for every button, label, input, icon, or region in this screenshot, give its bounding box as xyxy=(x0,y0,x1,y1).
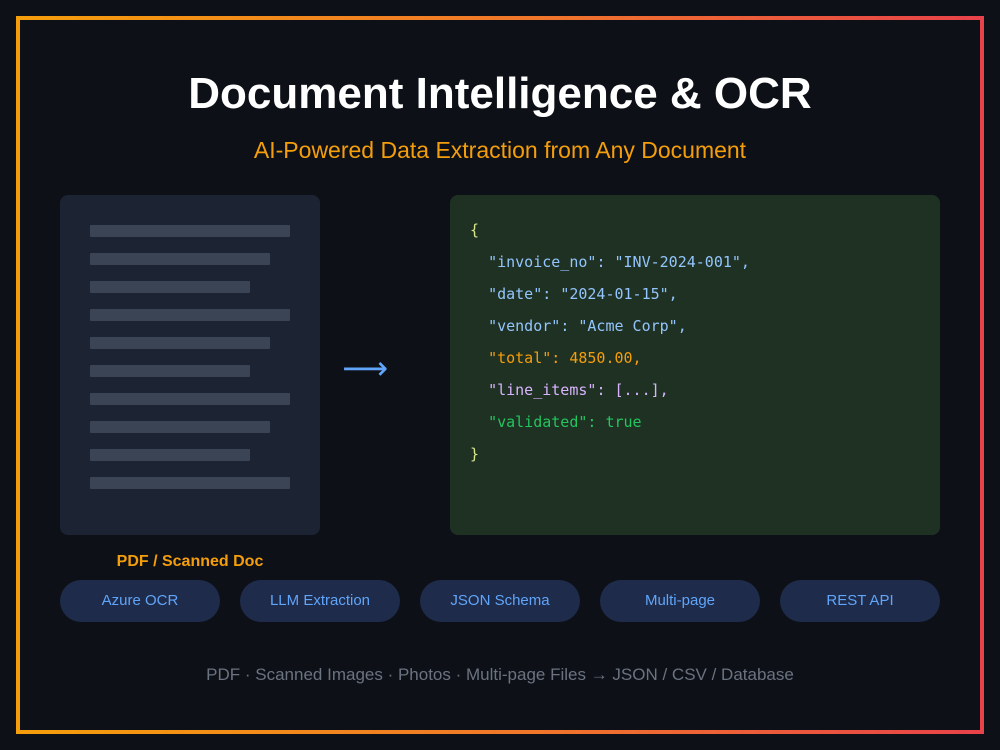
json-field-date: "date": "2024-01-15", xyxy=(470,284,678,304)
document-text-line xyxy=(90,337,270,349)
json-separator: : xyxy=(587,413,606,431)
json-value: "Acme Corp", xyxy=(578,317,687,335)
feature-pill-json-schema: JSON Schema xyxy=(420,580,580,622)
footer-caption: PDF · Scanned Images · Photos · Multi-pa… xyxy=(206,665,794,684)
document-text-line xyxy=(90,281,250,293)
json-value: "2024-01-15", xyxy=(560,285,678,303)
json-separator: : xyxy=(596,253,615,271)
json-field-total: "total": 4850.00, xyxy=(470,348,642,368)
json-key: "date" xyxy=(488,285,543,303)
json-field-vendor: "vendor": "Acme Corp", xyxy=(470,316,687,336)
json-key: "invoice_no" xyxy=(488,253,597,271)
json-field-line-items: "line_items": [...], xyxy=(470,380,669,400)
json-separator: : xyxy=(542,285,561,303)
json-close-brace: } xyxy=(470,445,480,463)
document-text-line xyxy=(90,477,290,489)
right-arrow-icon: ⟶ xyxy=(342,349,388,387)
feature-pill-rest-api: REST API xyxy=(780,580,940,622)
json-separator: : xyxy=(560,317,579,335)
document-text-line xyxy=(90,309,290,321)
document-text-line xyxy=(90,365,250,377)
document-text-line xyxy=(90,421,270,433)
document-text-line xyxy=(90,449,250,461)
json-key: "line_items" xyxy=(488,381,597,399)
document-text-line xyxy=(90,393,290,405)
json-key: "total" xyxy=(488,349,552,367)
json-field-validated: "validated": true xyxy=(470,412,642,432)
json-field-invoice-no: "invoice_no": "INV-2024-001", xyxy=(470,252,750,272)
json-separator: : xyxy=(551,349,570,367)
json-key: "vendor" xyxy=(488,317,561,335)
json-value: "INV-2024-001", xyxy=(614,253,750,271)
feature-pill-multi-page: Multi-page xyxy=(600,580,760,622)
document-text-line xyxy=(90,225,290,237)
document-label: PDF / Scanned Doc xyxy=(116,553,264,570)
json-open-brace: { xyxy=(470,221,480,239)
json-value: true xyxy=(605,413,642,431)
json-separator: : xyxy=(596,381,615,399)
page-subtitle: AI-Powered Data Extraction from Any Docu… xyxy=(253,137,747,163)
json-output-panel: { "invoice_no": "INV-2024-001", "date": … xyxy=(450,195,940,535)
document-placeholder-icon xyxy=(60,195,320,535)
json-value: 4850.00, xyxy=(569,349,642,367)
feature-pill-azure-ocr: Azure OCR xyxy=(60,580,220,622)
document-text-line xyxy=(90,253,270,265)
json-value: [...], xyxy=(614,381,669,399)
feature-pill-llm-extraction: LLM Extraction xyxy=(240,580,400,622)
json-key: "validated" xyxy=(488,413,588,431)
page-title: Document Intelligence & OCR xyxy=(188,69,812,118)
